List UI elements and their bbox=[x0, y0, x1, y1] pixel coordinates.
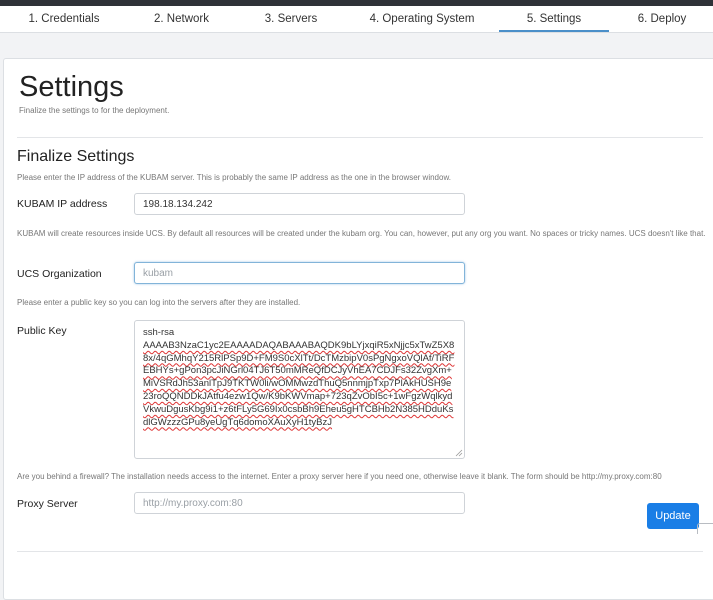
section-title: Finalize Settings bbox=[17, 148, 135, 165]
tab-servers[interactable]: 3. Servers bbox=[235, 6, 347, 32]
proxy-server-input[interactable] bbox=[134, 492, 465, 514]
ucs-organization-input[interactable] bbox=[134, 262, 465, 284]
wizard-steps: 1. Credentials 2. Network 3. Servers 4. … bbox=[0, 6, 713, 33]
ip-label: KUBAM IP address bbox=[17, 198, 108, 210]
key-prefix: ssh-rsa bbox=[143, 327, 175, 338]
resize-handle-icon[interactable] bbox=[455, 449, 463, 457]
tab-settings[interactable]: 5. Settings bbox=[499, 6, 609, 32]
update-button[interactable]: Update bbox=[647, 503, 699, 529]
key-label: Public Key bbox=[17, 325, 67, 337]
proxy-label: Proxy Server bbox=[17, 498, 78, 510]
org-label: UCS Organization bbox=[17, 268, 102, 280]
tab-operating-system[interactable]: 4. Operating System bbox=[347, 6, 497, 32]
divider bbox=[17, 137, 703, 138]
org-help-text: KUBAM will create resources inside UCS. … bbox=[17, 229, 706, 238]
public-key-textarea[interactable]: ssh-rsa AAAAB3NzaC1yc2EAAAADAQABAAABAQDK… bbox=[134, 320, 465, 459]
tab-deploy[interactable]: 6. Deploy bbox=[611, 6, 713, 32]
tab-credentials[interactable]: 1. Credentials bbox=[0, 6, 128, 32]
ip-help-text: Please enter the IP address of the KUBAM… bbox=[17, 173, 452, 182]
divider bbox=[17, 551, 703, 552]
page-title: Settings bbox=[19, 71, 124, 103]
ip-address-input[interactable] bbox=[134, 193, 465, 215]
settings-panel: Settings Finalize the settings to for th… bbox=[3, 58, 713, 600]
key-body: AAAAB3NzaC1yc2EAAAADAQABAAABAQDK9bLYjxqi… bbox=[143, 339, 455, 428]
key-help-text: Please enter a public key so you can log… bbox=[17, 298, 301, 307]
corner-decoration bbox=[697, 523, 713, 534]
tab-network[interactable]: 2. Network bbox=[128, 6, 235, 32]
page-subtitle: Finalize the settings to for the deploym… bbox=[19, 106, 170, 115]
proxy-help-text: Are you behind a firewall? The installat… bbox=[17, 472, 662, 481]
